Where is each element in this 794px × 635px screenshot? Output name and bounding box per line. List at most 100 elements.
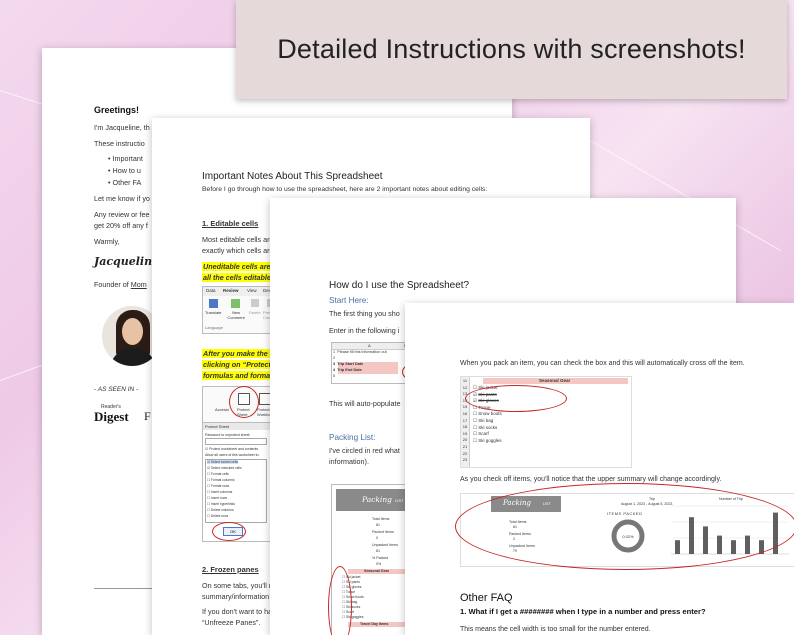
dialog-permission-item[interactable]: ☐ Format rows	[207, 484, 229, 488]
frozen-text-4: “Unfreeze Panes”.	[202, 618, 261, 627]
editable-text-1: Most editable cells are	[202, 235, 274, 244]
circled-text-2: information).	[329, 457, 369, 466]
warmly-text: Warmly,	[94, 237, 120, 246]
mini-row: 5	[333, 374, 336, 378]
bullet-item: • Other FA	[108, 178, 142, 187]
new-comment-icon	[231, 299, 240, 308]
row-number: 11	[462, 378, 468, 383]
frozen-text-1: On some tabs, you'll n	[202, 581, 273, 590]
travel-section-header: Travel Day Items	[360, 622, 389, 626]
faq-answer-1: This means the cell width is too small f…	[460, 626, 651, 633]
ribbon-tab-view: View	[247, 288, 257, 293]
dialog-password-label: Password to unprotect sheet:	[205, 433, 251, 437]
circle-annotation	[465, 385, 567, 412]
summary-label: Packed Items	[372, 530, 394, 534]
row-number: 17	[462, 417, 468, 423]
auto-populate-text: This will auto-populate	[329, 399, 401, 408]
dialog-permission-item[interactable]: ☐ Insert rows	[207, 496, 227, 500]
banner-title: Detailed Instructions with screenshots!	[277, 34, 746, 64]
mini-row: 2	[333, 356, 336, 360]
start-here-heading: Start Here:	[329, 296, 369, 305]
checklist-item-label: Ski socks	[478, 424, 498, 430]
row-number: 12	[462, 384, 468, 390]
dialog-protect-check[interactable]: ☑ Protect worksheet and contents	[205, 447, 258, 451]
packing-list-title: Packing	[362, 495, 392, 504]
page2-title: Important Notes About This Spreadsheet	[202, 171, 383, 182]
row-number: 16	[462, 411, 468, 416]
mini-row: 4 Trip End Date	[333, 368, 362, 372]
page3-title: How do I use the Spreadsheet?	[329, 280, 470, 291]
dialog-title: Protect Sheet	[205, 424, 230, 429]
banner: Detailed Instructions with screenshots!	[236, 0, 787, 99]
checklist-item-label: Ski goggles	[478, 437, 502, 443]
checklist-item[interactable]: ☐ Ski goggles	[473, 438, 502, 444]
packing-list-title-2: LIST	[395, 498, 404, 503]
dialog-permission-item[interactable]: ☐ Insert columns	[207, 490, 232, 494]
checklist-item[interactable]: ☐ Ski bag	[473, 418, 493, 424]
dialog-permission-list: ☑ Select locked cells ☑ Select unlocked …	[205, 459, 267, 523]
highlight-note-5: formulas and formatt	[202, 371, 276, 380]
dialog-permission-item[interactable]: ☑ Select locked cells	[207, 460, 238, 464]
section-frozen-panes: 2. Frozen panes	[202, 565, 259, 574]
checklist-item[interactable]: ☐ Snow boots	[473, 411, 502, 417]
page-checking-items: When you pack an item, you can check the…	[405, 303, 794, 635]
trip-dates-screenshot: A B 1 Please fill this information out 2…	[331, 342, 415, 384]
checklist-item-label: Scarf	[478, 431, 489, 437]
mini-col-a: A	[368, 343, 371, 348]
row-number: 19	[462, 430, 468, 436]
packing-list-heading: Packing List:	[329, 433, 376, 442]
as-check-text: As you check off items, you'll notice th…	[460, 476, 722, 483]
row-number: 20	[462, 437, 468, 443]
pack-item-intro: When you pack an item, you can check the…	[460, 360, 745, 367]
dialog-permission-item[interactable]: ☑ Select unlocked cells	[207, 466, 242, 470]
bullet-item: • How to u	[108, 166, 141, 175]
let-me-text: Let me know if yo	[94, 194, 150, 203]
other-faq-heading: Other FAQ	[460, 592, 513, 604]
circle-annotation	[455, 483, 794, 570]
summary-value: 0	[376, 536, 378, 540]
first-thing-text: The first thing you sho	[329, 309, 400, 318]
circle-annotation	[229, 386, 259, 418]
faq-question-1: 1. What if I get a ######## when I type …	[460, 607, 706, 616]
delete-label: Delete	[249, 310, 261, 315]
frozen-text-3: If you don't want to ha	[202, 607, 273, 616]
gear-section-header: Seasonal Gear	[364, 569, 389, 573]
dialog-permission-item[interactable]: ☐ Delete rows	[207, 514, 228, 518]
accessibility-label: Accessi	[215, 407, 229, 412]
circled-text-1: I've circled in red what	[329, 446, 400, 455]
founder-text: Founder of Mom	[94, 280, 147, 289]
summary-label: Unpacked Items	[372, 543, 398, 547]
dialog-permission-item[interactable]: ☐ Format cells	[207, 472, 229, 476]
greeting-heading: Greetings!	[94, 105, 140, 115]
dialog-password-input[interactable]	[205, 438, 267, 445]
signature: Jacqueline	[94, 255, 160, 268]
footer-divider	[94, 588, 152, 589]
translate-label: Translate	[205, 310, 222, 315]
row-number: 21	[462, 444, 468, 449]
as-seen-in-label: - AS SEEN IN -	[94, 386, 139, 393]
review-text: Any review or fee	[94, 210, 150, 219]
dialog-permission-item[interactable]: ☐ Delete columns	[207, 508, 234, 512]
checklist-item-label: Ski bag	[478, 418, 494, 423]
dialog-permission-item[interactable]: ☐ Format columns	[207, 478, 235, 482]
summary-label: Total Items	[372, 517, 390, 521]
frozen-text-2: summary/information	[202, 592, 270, 601]
summary-label: % Packed	[372, 556, 389, 560]
review-text-2: get 20% off any f	[94, 221, 148, 230]
ribbon-tab-data: Data	[206, 288, 216, 293]
checklist-item-label: Snow boots	[478, 411, 502, 417]
translate-icon	[209, 299, 218, 308]
page2-lead: Before I go through how to use the sprea…	[202, 186, 488, 193]
ribbon-tab-review: Review	[223, 288, 239, 293]
these-text: These instructio	[94, 139, 145, 148]
founder-link[interactable]: Mom	[131, 280, 147, 289]
row-number: 23	[462, 457, 468, 463]
summary-value: 81	[376, 523, 380, 527]
checklist-item[interactable]: ☐ Scarf	[473, 431, 489, 437]
checklist-item[interactable]: ☐ Ski socks	[473, 425, 497, 431]
dialog-permission-item[interactable]: ☐ Insert hyperlinks	[207, 502, 235, 506]
highlight-note-3: After you make the ch	[202, 349, 280, 358]
bullet-item: • Important	[108, 154, 143, 163]
logo-readers-digest: Digest	[94, 409, 129, 424]
enter-text: Enter in the following i	[329, 326, 400, 335]
